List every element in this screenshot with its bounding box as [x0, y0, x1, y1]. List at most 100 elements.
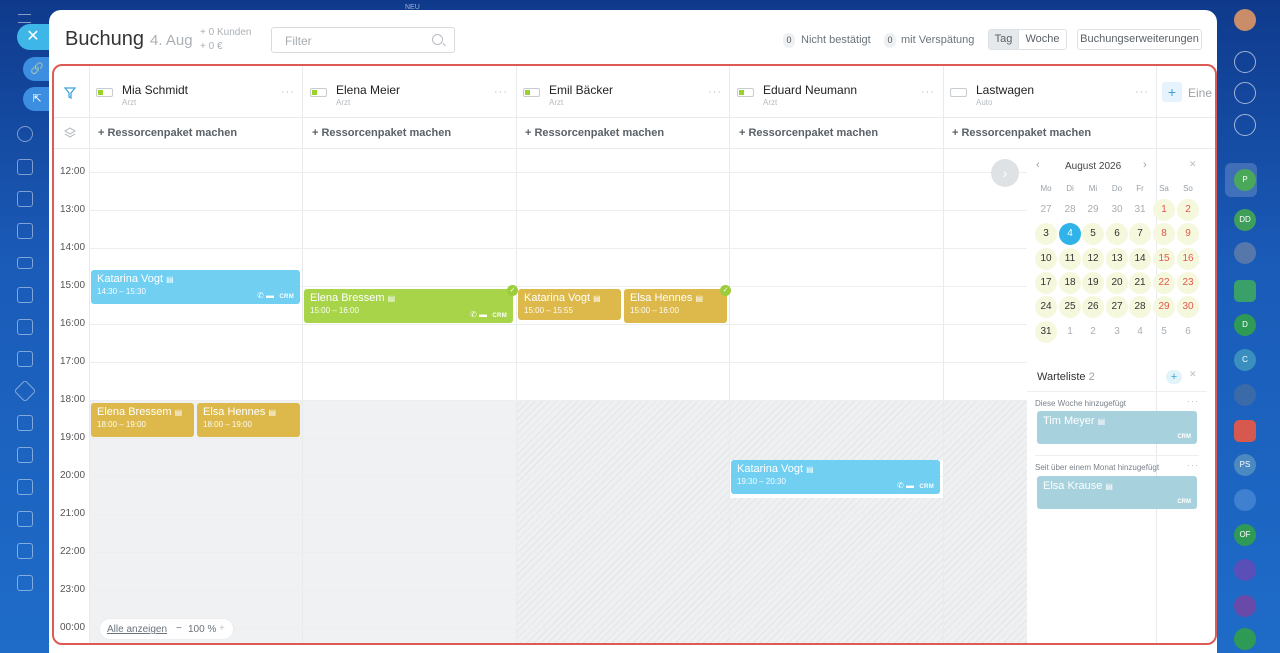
more-icon[interactable]: ···	[494, 86, 508, 98]
chat-avatar-p[interactable]: P	[1234, 169, 1256, 191]
calendar-day[interactable]: 5	[1153, 321, 1175, 343]
calendar-day[interactable]: 13	[1106, 247, 1128, 270]
add-resource-label[interactable]: Eine	[1188, 86, 1212, 100]
user-avatar[interactable]	[1234, 9, 1256, 31]
open-external-icon[interactable]: ⇱	[23, 87, 51, 111]
mail-icon[interactable]	[17, 351, 33, 367]
waitlist-item[interactable]: Elsa Krause ▤ CRM	[1037, 476, 1197, 509]
calendar-day[interactable]: 14	[1129, 247, 1151, 270]
tasks-icon[interactable]	[17, 319, 33, 335]
crm-label[interactable]: CRM	[919, 484, 934, 490]
calendar-day[interactable]: 29	[1082, 199, 1104, 221]
booking-event[interactable]: Katarina Vogt ▤ 19:30 – 20:30 ✆ ▬ CRM	[731, 460, 940, 494]
calendar-day[interactable]: 28	[1059, 199, 1081, 221]
chat-avatar-user[interactable]	[1234, 242, 1256, 264]
calendar-day[interactable]: 4	[1129, 321, 1151, 343]
calendar-icon[interactable]	[17, 223, 33, 239]
booking-event[interactable]: Katarina Vogt ▤ 14:30 – 15:30 ✆ ▬ CRM	[91, 270, 300, 304]
target-icon[interactable]	[17, 126, 33, 142]
calendar-day[interactable]: 11	[1059, 247, 1081, 270]
more-icon[interactable]: ···	[1187, 396, 1199, 406]
package-button[interactable]: + Ressorcenpaket machen	[98, 127, 237, 139]
phone-chat-icon[interactable]: ✆ ▬	[470, 310, 487, 319]
phone-chat-icon[interactable]: ✆ ▬	[897, 481, 914, 490]
calendar-day[interactable]: 8	[1153, 223, 1175, 246]
next-arrow-icon[interactable]: ›	[991, 159, 1019, 187]
view-day-button[interactable]: Tag	[988, 29, 1019, 50]
calendar-day[interactable]: 31	[1035, 320, 1057, 343]
chat-avatar-org[interactable]	[1234, 384, 1256, 406]
booking-event[interactable]: Elena Bressem ▤ 18:00 – 19:00	[91, 403, 194, 437]
bell-icon[interactable]	[1234, 51, 1256, 73]
calendar-day[interactable]: 3	[1106, 321, 1128, 343]
calendar-day[interactable]: 1	[1059, 321, 1081, 343]
more-icon[interactable]: ···	[708, 86, 722, 98]
more-icon[interactable]: ···	[1187, 460, 1199, 470]
calendar-day[interactable]: 30	[1106, 199, 1128, 221]
chat-avatar-group[interactable]	[1234, 280, 1256, 302]
calendar-day[interactable]: 16	[1177, 247, 1199, 270]
package-button[interactable]: + Ressorcenpaket machen	[739, 127, 878, 139]
more-icon[interactable]: ···	[921, 86, 935, 98]
calendar-day[interactable]: 30	[1177, 296, 1199, 319]
search-chat-icon[interactable]	[1234, 114, 1256, 136]
calendar-day[interactable]: 22	[1153, 271, 1175, 294]
more-icon[interactable]: ···	[1135, 86, 1149, 98]
package-button[interactable]: + Ressorcenpaket machen	[312, 127, 451, 139]
filter-icon[interactable]	[64, 87, 76, 99]
calendar-day[interactable]: 7	[1129, 223, 1151, 246]
calendar-day[interactable]: 15	[1153, 247, 1175, 270]
chat-avatar-of[interactable]: OF	[1234, 524, 1256, 546]
chat-avatar-cal[interactable]	[1234, 420, 1256, 442]
waitlist-collapse-icon[interactable]: ✕	[1189, 369, 1197, 380]
calendar-day[interactable]: 31	[1129, 199, 1151, 221]
link-icon[interactable]: 🔗	[23, 57, 51, 81]
resource-name-emil[interactable]: Emil Bäcker	[549, 83, 613, 97]
waitlist-add-button[interactable]: +	[1166, 370, 1182, 384]
calendar-day[interactable]: 24	[1035, 296, 1057, 319]
calendar-day[interactable]: 12	[1082, 247, 1104, 270]
add-resource-icon[interactable]: +	[1162, 82, 1182, 102]
calendar-day-selected[interactable]: 4	[1059, 223, 1081, 246]
drive-icon[interactable]	[17, 257, 33, 269]
resource-name-mia[interactable]: Mia Schmidt	[122, 83, 188, 97]
calendar-day[interactable]: 23	[1177, 271, 1199, 294]
calendar-day[interactable]: 10	[1035, 247, 1057, 270]
close-slider-button[interactable]: ✕	[17, 24, 53, 50]
calendar-day[interactable]: 19	[1082, 271, 1104, 294]
calendar-day[interactable]: 26	[1082, 296, 1104, 319]
chat-icon[interactable]	[17, 191, 33, 207]
resource-name-elena[interactable]: Elena Meier	[336, 83, 400, 97]
calendar-day[interactable]: 2	[1082, 321, 1104, 343]
sign-icon[interactable]	[17, 415, 33, 431]
cart-icon[interactable]	[17, 447, 33, 463]
calendar-day[interactable]: 2	[1177, 199, 1199, 221]
calendar-day[interactable]: 9	[1177, 223, 1199, 246]
calendar-collapse-icon[interactable]: ✕	[1189, 159, 1197, 170]
calendar-day[interactable]: 27	[1106, 296, 1128, 319]
calendar-day[interactable]: 6	[1106, 223, 1128, 246]
crm-label[interactable]: CRM	[279, 294, 294, 300]
unconfirmed-label[interactable]: Nicht bestätigt	[801, 34, 871, 46]
calendar-prev-icon[interactable]: ‹	[1036, 159, 1040, 171]
zoom-out-button[interactable]: −	[176, 623, 182, 634]
booking-event[interactable]: Katarina Vogt ▤ 15:00 – 15:55	[518, 289, 621, 320]
booking-icon[interactable]	[17, 479, 33, 495]
late-label[interactable]: mit Verspätung	[901, 34, 974, 46]
package-button[interactable]: + Ressorcenpaket machen	[525, 127, 664, 139]
view-week-button[interactable]: Woche	[1019, 29, 1067, 50]
database-icon[interactable]	[17, 543, 33, 559]
package-button[interactable]: + Ressorcenpaket machen	[952, 127, 1091, 139]
crm-icon[interactable]	[13, 379, 37, 403]
calendar-day[interactable]: 6	[1177, 321, 1199, 343]
chat-avatar-dd[interactable]: DD	[1234, 209, 1256, 231]
booking-event[interactable]: Elsa Hennes ▤ 18:00 – 19:00	[197, 403, 300, 437]
resource-name-lastwagen[interactable]: Lastwagen	[976, 83, 1034, 97]
filter-input[interactable]: Filter	[271, 27, 455, 53]
show-all-link[interactable]: Alle anzeigen	[107, 624, 167, 635]
chat-avatar-ps[interactable]: PS	[1234, 454, 1256, 476]
booking-event[interactable]: Elsa Hennes ▤ 15:00 – 16:00	[624, 289, 727, 323]
more-icon[interactable]: ···	[281, 86, 295, 98]
calendar-day[interactable]: 25	[1059, 296, 1081, 319]
chat-avatar-copilot[interactable]	[1234, 559, 1256, 581]
